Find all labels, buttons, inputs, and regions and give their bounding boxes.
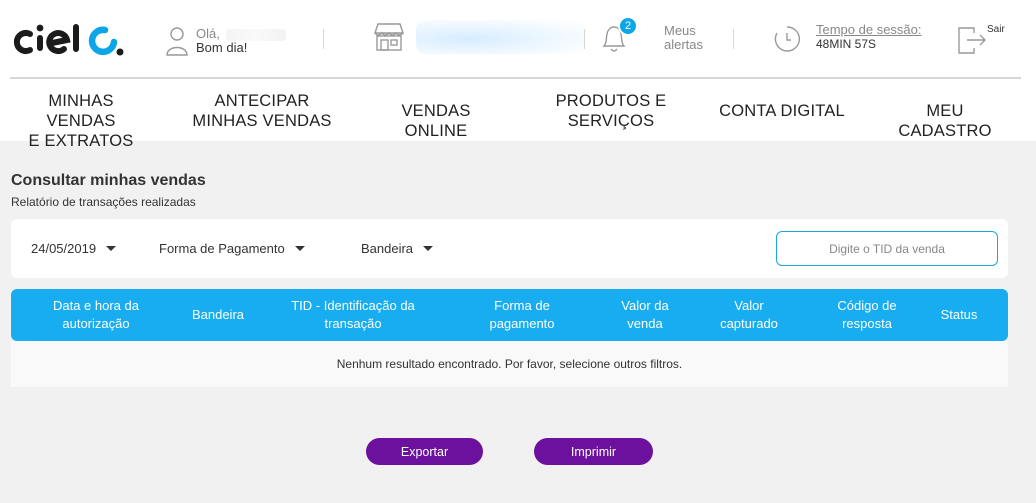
session-time: 48MIN 57S bbox=[816, 37, 877, 51]
date-filter-value: 24/05/2019 bbox=[31, 241, 97, 256]
payment-filter-value: Forma de Pagamento bbox=[159, 241, 285, 256]
nav-item-conta-digital[interactable]: CONTA DIGITAL bbox=[718, 101, 846, 121]
filter-bar: 24/05/2019 Forma de Pagamento Bandeira bbox=[11, 219, 1008, 278]
column-header-tid[interactable]: TID - Identificação da transação bbox=[273, 289, 433, 341]
table-empty-row: Nenhum resultado encontrado. Por favor, … bbox=[11, 341, 1008, 387]
header-divider bbox=[323, 29, 324, 49]
salutation-label: Bom dia! bbox=[196, 40, 248, 55]
brand-filter-dropdown[interactable]: Bandeira bbox=[361, 241, 434, 256]
nav-item-meu-cadastro[interactable]: MEU CADASTRO bbox=[880, 101, 1010, 141]
alerts-count-badge: 2 bbox=[618, 16, 638, 36]
cielo-logo-icon[interactable] bbox=[10, 18, 132, 62]
column-header-date[interactable]: Data e hora da autorização bbox=[41, 289, 151, 341]
column-header-captured-value[interactable]: Valor capturado bbox=[705, 289, 793, 341]
table-header: Data e hora da autorização Bandeira TID … bbox=[11, 289, 1008, 341]
alerts-label-line1: Meus bbox=[664, 23, 696, 38]
column-header-response-code[interactable]: Código de resposta bbox=[821, 289, 913, 341]
greeting-label: Olá, bbox=[196, 26, 220, 41]
page-subtitle: Relatório de transações realizadas bbox=[11, 195, 196, 209]
column-header-status[interactable]: Status bbox=[927, 289, 991, 341]
session-timer: Tempo de sessão: 48MIN 57S bbox=[772, 22, 922, 54]
export-button[interactable]: Exportar bbox=[366, 438, 483, 465]
empty-results-message: Nenhum resultado encontrado. Por favor, … bbox=[336, 357, 683, 371]
header-divider bbox=[733, 29, 734, 49]
header: Olá, Bom dia! 2 Meus alertas Tempo de se… bbox=[0, 0, 1036, 150]
date-filter-dropdown[interactable]: 24/05/2019 bbox=[31, 241, 117, 256]
alerts-label-line2: alertas bbox=[664, 37, 704, 52]
user-icon bbox=[166, 27, 188, 56]
session-label[interactable]: Tempo de sessão: bbox=[816, 22, 922, 37]
nav-item-minhas-vendas[interactable]: MINHAS VENDAS E EXTRATOS bbox=[16, 91, 146, 151]
store-icon bbox=[374, 23, 404, 51]
column-header-sale-value[interactable]: Valor da venda bbox=[605, 289, 685, 341]
clock-icon bbox=[774, 26, 801, 52]
header-divider bbox=[584, 29, 585, 49]
brand-filter-value: Bandeira bbox=[361, 241, 414, 256]
store-selector[interactable] bbox=[372, 20, 586, 54]
payment-filter-dropdown[interactable]: Forma de Pagamento bbox=[159, 241, 305, 256]
nav-item-produtos-servicos[interactable]: PRODUTOS E SERVIÇOS bbox=[552, 91, 670, 131]
chevron-down-icon bbox=[423, 246, 434, 251]
tid-search-input[interactable] bbox=[776, 231, 998, 266]
chevron-down-icon bbox=[294, 246, 305, 251]
chevron-down-icon bbox=[106, 246, 117, 251]
nav-item-vendas-online[interactable]: VENDAS ONLINE bbox=[370, 101, 502, 141]
alerts-button[interactable]: 2 Meus alertas bbox=[600, 16, 710, 58]
exit-icon bbox=[958, 27, 986, 54]
header-top-row: Olá, Bom dia! 2 Meus alertas Tempo de se… bbox=[0, 0, 1036, 78]
user-greeting: Olá, Bom dia! bbox=[166, 24, 286, 58]
print-button[interactable]: Imprimir bbox=[534, 438, 653, 465]
column-header-brand[interactable]: Bandeira bbox=[181, 289, 255, 341]
logout-button[interactable]: Sair bbox=[956, 22, 1016, 58]
nav-item-antecipar[interactable]: ANTECIPAR MINHAS VENDAS bbox=[192, 91, 332, 131]
redacted-store-name bbox=[416, 20, 586, 54]
redacted-user-name bbox=[225, 28, 286, 41]
column-header-payment[interactable]: Forma de pagamento bbox=[477, 289, 567, 341]
logout-label: Sair bbox=[987, 24, 1005, 35]
page-title: Consultar minhas vendas bbox=[11, 172, 206, 189]
main-nav: MINHAS VENDAS E EXTRATOS ANTECIPAR MINHA… bbox=[0, 79, 1036, 150]
